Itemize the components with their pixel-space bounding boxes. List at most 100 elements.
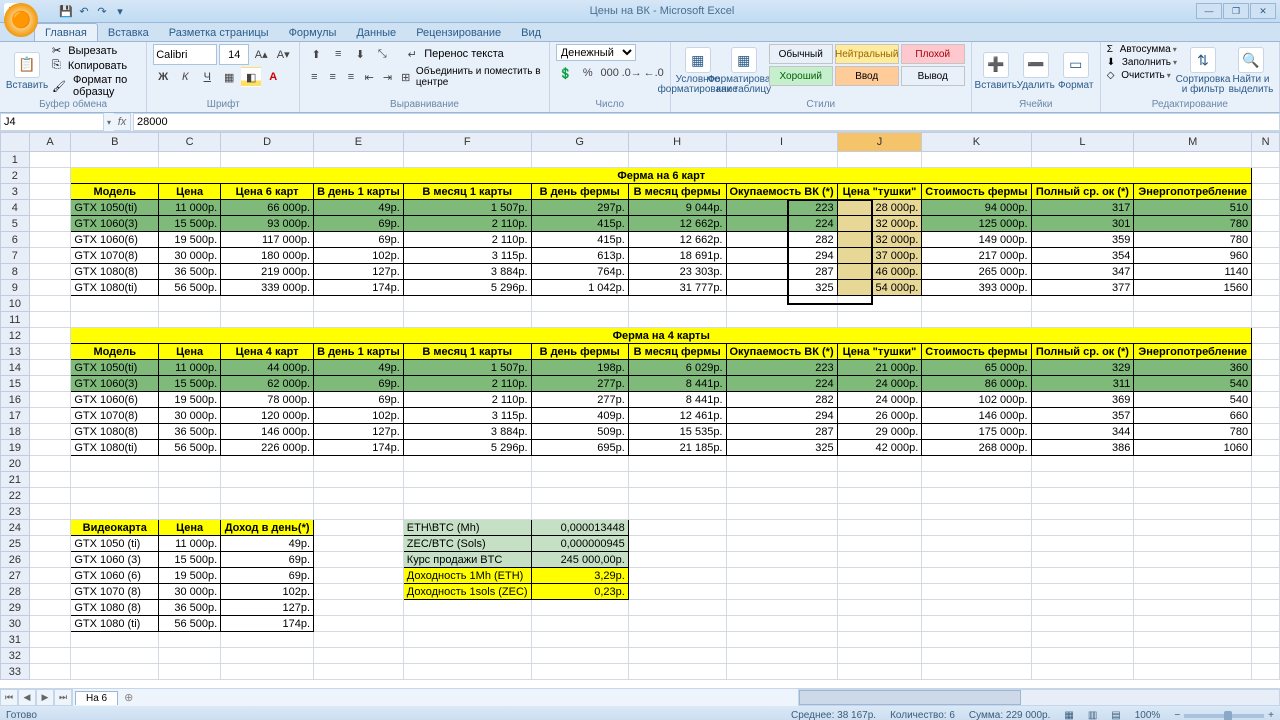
- align-center-icon[interactable]: ≡: [325, 67, 341, 87]
- fill-button[interactable]: ⬇ Заполнить▾: [1107, 57, 1177, 68]
- cell[interactable]: 2 110р.: [403, 216, 531, 232]
- cell[interactable]: [1134, 312, 1252, 328]
- cell[interactable]: 54 000р.: [837, 280, 922, 296]
- cell[interactable]: 226 000р.: [221, 440, 314, 456]
- format-cells-button[interactable]: ▭Формат: [1058, 44, 1094, 98]
- cell[interactable]: [29, 360, 71, 376]
- cell[interactable]: 409р.: [531, 408, 628, 424]
- cell[interactable]: [1031, 296, 1134, 312]
- cell[interactable]: [922, 488, 1031, 504]
- cell[interactable]: 31 777р.: [628, 280, 726, 296]
- cell[interactable]: [159, 472, 221, 488]
- cell[interactable]: 30 000р.: [159, 584, 221, 600]
- cell[interactable]: [71, 504, 159, 520]
- format-as-table-button[interactable]: ▦Форматировать как таблицу: [723, 44, 765, 98]
- cell[interactable]: 344: [1031, 424, 1134, 440]
- cell[interactable]: 93 000р.: [221, 216, 314, 232]
- cell[interactable]: 540: [1134, 376, 1252, 392]
- cell[interactable]: 660: [1134, 408, 1252, 424]
- cell[interactable]: 6 029р.: [628, 360, 726, 376]
- cell[interactable]: Ферма на 6 карт: [71, 168, 1252, 184]
- cell[interactable]: [1252, 216, 1280, 232]
- cell[interactable]: [1134, 616, 1252, 632]
- view-normal-icon[interactable]: ▦: [1064, 710, 1073, 720]
- cell[interactable]: 357: [1031, 408, 1134, 424]
- cell[interactable]: [29, 600, 71, 616]
- cell[interactable]: [29, 280, 71, 296]
- cell[interactable]: 223: [726, 360, 837, 376]
- cell[interactable]: 3 884р.: [403, 264, 531, 280]
- cell[interactable]: [221, 152, 314, 168]
- cell[interactable]: 15 500р.: [159, 376, 221, 392]
- cell[interactable]: [403, 504, 531, 520]
- sheet-nav-last[interactable]: ⏭: [54, 689, 72, 706]
- col-header-N[interactable]: N: [1252, 133, 1280, 152]
- cell[interactable]: 69р.: [221, 568, 314, 584]
- cell[interactable]: GTX 1060(6): [71, 392, 159, 408]
- cell[interactable]: [922, 456, 1031, 472]
- cell[interactable]: 65 000р.: [922, 360, 1031, 376]
- cell[interactable]: 28 000р.: [837, 200, 922, 216]
- cell[interactable]: 3 884р.: [403, 424, 531, 440]
- cell[interactable]: Энергопотребление: [1134, 184, 1252, 200]
- cell[interactable]: В месяц фермы: [628, 344, 726, 360]
- cell[interactable]: [1031, 664, 1134, 680]
- cell[interactable]: 49р.: [221, 536, 314, 552]
- cell[interactable]: 282: [726, 392, 837, 408]
- cell[interactable]: [726, 664, 837, 680]
- cell[interactable]: 386: [1031, 440, 1134, 456]
- cell[interactable]: [1252, 264, 1280, 280]
- cell[interactable]: [1252, 552, 1280, 568]
- cell[interactable]: [1031, 600, 1134, 616]
- cell[interactable]: [1252, 152, 1280, 168]
- cell[interactable]: [29, 152, 71, 168]
- cell[interactable]: 224: [726, 216, 837, 232]
- cell[interactable]: 282: [726, 232, 837, 248]
- col-header-K[interactable]: K: [922, 133, 1031, 152]
- cell[interactable]: [314, 584, 404, 600]
- cell[interactable]: Доход в день(*): [221, 520, 314, 536]
- save-icon[interactable]: 💾: [58, 3, 74, 19]
- row-header-2[interactable]: 2: [1, 168, 30, 184]
- cell[interactable]: [726, 504, 837, 520]
- bold-button[interactable]: Ж: [153, 67, 173, 87]
- row-header-4[interactable]: 4: [1, 200, 30, 216]
- cell[interactable]: Ферма на 4 карты: [71, 328, 1252, 344]
- cell[interactable]: [628, 600, 726, 616]
- cell[interactable]: [29, 376, 71, 392]
- tab-view[interactable]: Вид: [511, 24, 551, 41]
- restore-button[interactable]: ❐: [1223, 3, 1249, 19]
- cell[interactable]: 325: [726, 440, 837, 456]
- close-button[interactable]: ✕: [1250, 3, 1276, 19]
- cell[interactable]: [531, 648, 628, 664]
- cell[interactable]: [922, 152, 1031, 168]
- cell[interactable]: 287: [726, 424, 837, 440]
- cell[interactable]: GTX 1050(ti): [71, 200, 159, 216]
- cell[interactable]: [837, 504, 922, 520]
- cell[interactable]: 149 000р.: [922, 232, 1031, 248]
- paste-button[interactable]: 📋Вставить: [6, 44, 48, 98]
- row-header-30[interactable]: 30: [1, 616, 30, 632]
- cell[interactable]: [221, 664, 314, 680]
- cell[interactable]: 0,000013448: [531, 520, 628, 536]
- cell[interactable]: [29, 328, 71, 344]
- cell[interactable]: [837, 536, 922, 552]
- row-header-11[interactable]: 11: [1, 312, 30, 328]
- cell[interactable]: [628, 504, 726, 520]
- col-header-L[interactable]: L: [1031, 133, 1134, 152]
- cell[interactable]: Видеокарта: [71, 520, 159, 536]
- cell[interactable]: GTX 1050(ti): [71, 360, 159, 376]
- cell[interactable]: 56 500р.: [159, 440, 221, 456]
- clear-button[interactable]: ◇ Очистить▾: [1107, 70, 1177, 81]
- col-header-H[interactable]: H: [628, 133, 726, 152]
- align-top-icon[interactable]: ⬆: [306, 44, 326, 64]
- cell[interactable]: 329: [1031, 360, 1134, 376]
- increase-font-icon[interactable]: A▴: [251, 45, 271, 65]
- cell[interactable]: 415р.: [531, 216, 628, 232]
- cell[interactable]: 102р.: [221, 584, 314, 600]
- cell[interactable]: 19 500р.: [159, 392, 221, 408]
- col-header-D[interactable]: D: [221, 133, 314, 152]
- cell[interactable]: 29 000р.: [837, 424, 922, 440]
- cell[interactable]: [531, 504, 628, 520]
- cell[interactable]: 277р.: [531, 376, 628, 392]
